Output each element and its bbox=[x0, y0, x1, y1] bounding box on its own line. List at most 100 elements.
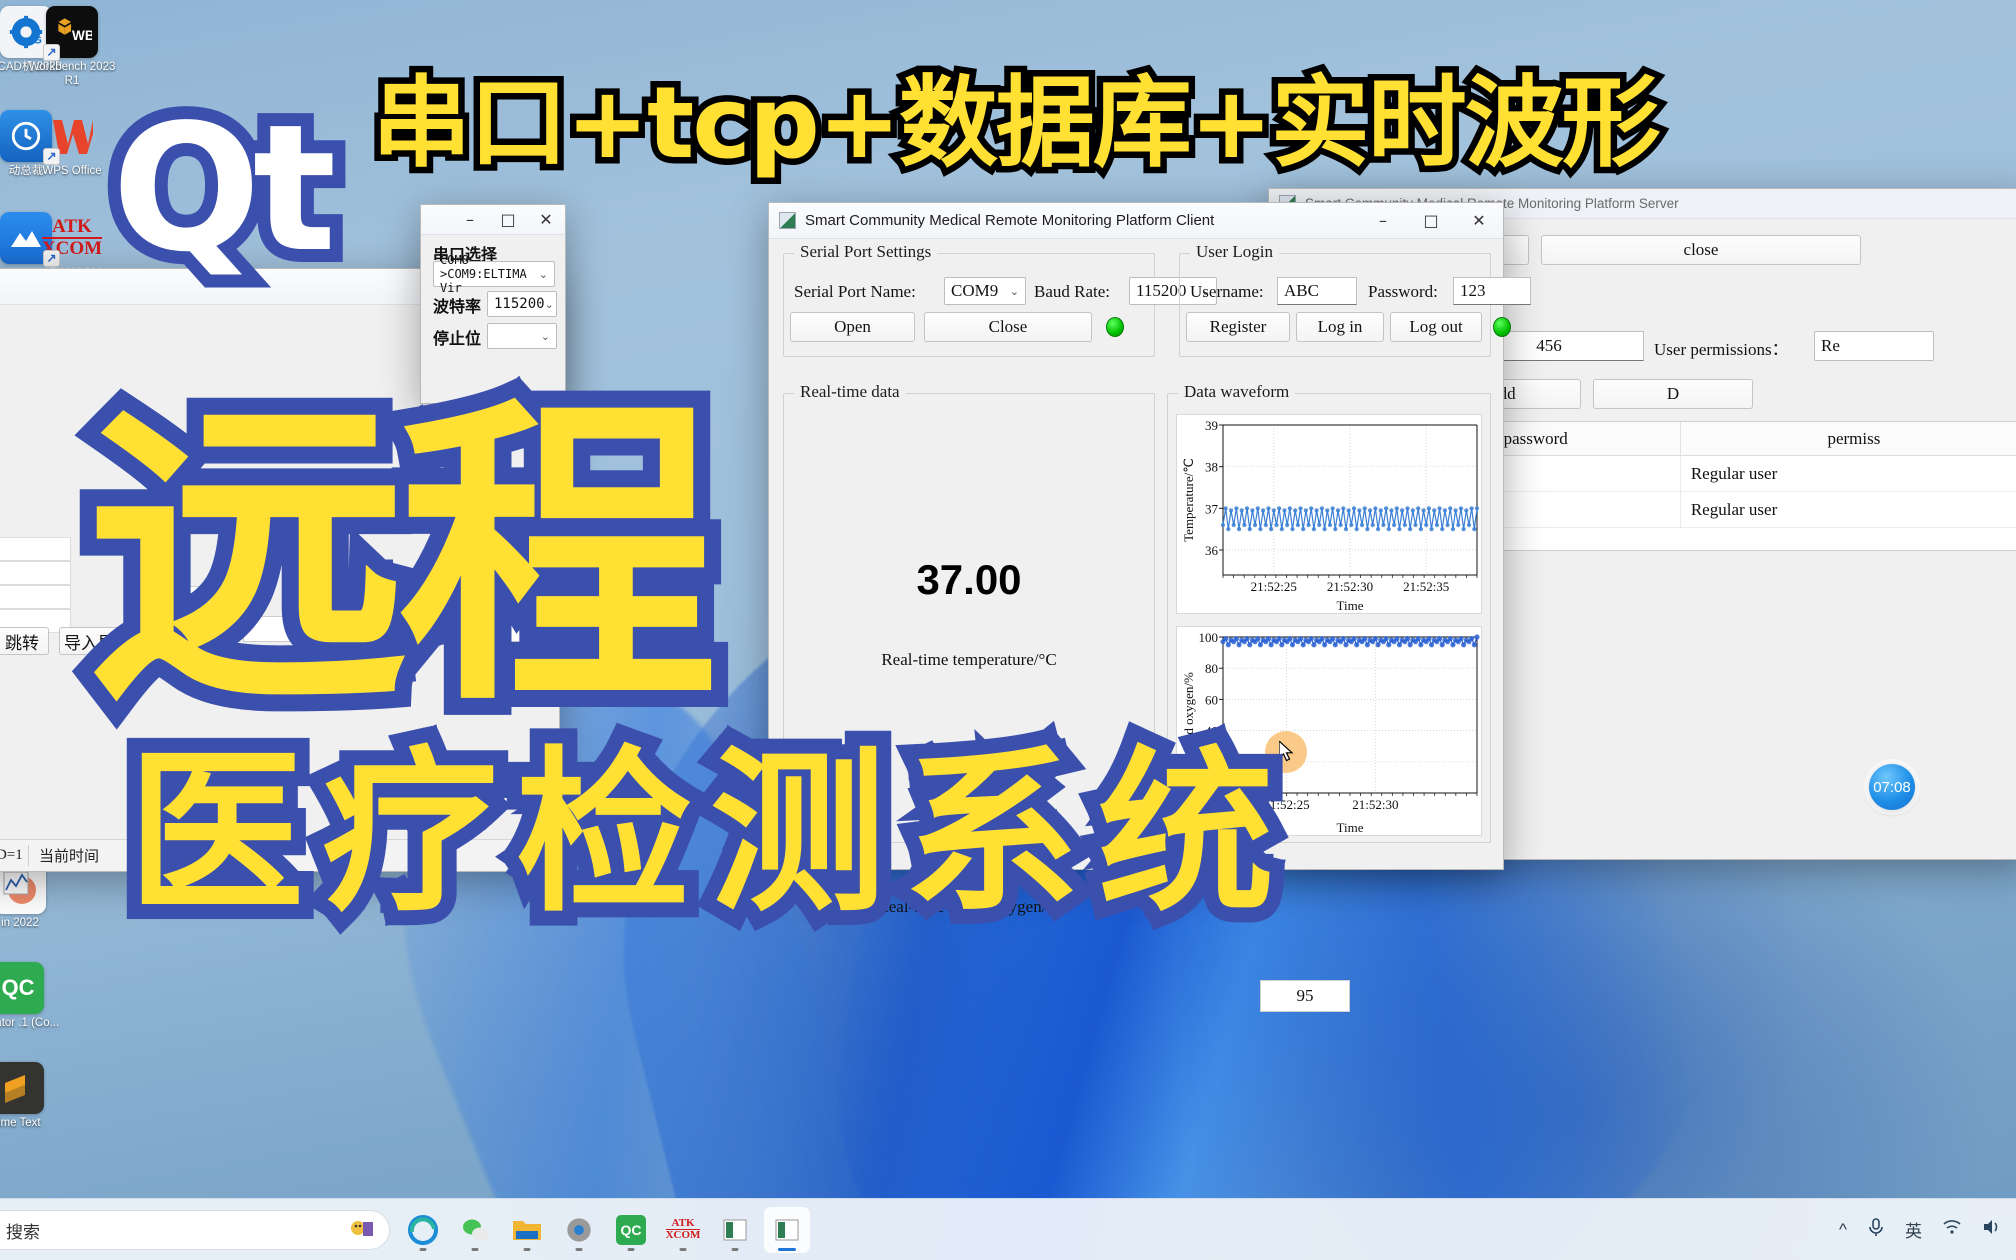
taskbar-app-buttons[interactable]: QC ATK XCOM bbox=[400, 1206, 810, 1253]
volume-icon[interactable] bbox=[1982, 1218, 2002, 1241]
table-cell-permission: Regular user bbox=[1681, 492, 2016, 527]
desktop-icon-workbench[interactable]: WB ↗ Workbench 2023 R1 bbox=[24, 6, 120, 88]
maximize-button[interactable]: □ bbox=[1407, 203, 1455, 238]
serial-tool-statusbar: www.openedv.com S:1140 R:0 CTS=0 DSR=1 D… bbox=[0, 839, 559, 871]
temperature-value: 37.00 bbox=[916, 556, 1022, 603]
serial-close-button[interactable]: Close bbox=[924, 312, 1092, 342]
svg-text:39: 39 bbox=[1205, 418, 1218, 433]
taskbar-item-explorer[interactable] bbox=[504, 1207, 550, 1253]
taskbar-item-atk-xcom[interactable]: ATK XCOM bbox=[660, 1207, 706, 1253]
taskbar-item-server-app[interactable] bbox=[712, 1207, 758, 1253]
serial-status-led bbox=[1106, 317, 1124, 337]
serial-select-window[interactable]: – □ ✕ 串口选择 COM8->COM9:ELTIMA Vir ⌄ 波特率 1… bbox=[420, 204, 566, 404]
serial-port-name-select[interactable]: COM9 ⌄ bbox=[944, 277, 1026, 305]
svg-text:21:52:30: 21:52:30 bbox=[1327, 579, 1373, 594]
server-permissions-select[interactable]: Re bbox=[1814, 331, 1934, 361]
client-titlebar[interactable]: Smart Community Medical Remote Monitorin… bbox=[769, 203, 1503, 239]
svg-text:36: 36 bbox=[1205, 543, 1219, 558]
workbench-icon: WB ↗ bbox=[43, 6, 98, 61]
running-dot bbox=[471, 1247, 479, 1251]
send-row-checkbox[interactable] bbox=[217, 618, 235, 636]
qc-icon: QC bbox=[616, 1214, 646, 1245]
close-button[interactable]: ✕ bbox=[527, 205, 565, 234]
temperature-chart: 36 37 38 39 21:52:25 21:52:30 21:52:35 Temperat… bbox=[1176, 414, 1482, 614]
taskbar[interactable]: 搜索 QC ATK XCOM ^ 英 bbox=[0, 1198, 2016, 1260]
send-row[interactable]: 6.9F bbox=[0, 561, 71, 585]
serial-port-select[interactable]: COM8->COM9:ELTIMA Vir ⌄ bbox=[433, 253, 555, 295]
atk-icon: ATK XCOM bbox=[665, 1217, 701, 1241]
baud-rate-select[interactable]: 115200 ⌄ bbox=[487, 291, 557, 317]
send-row-index-4[interactable]: 4 bbox=[173, 616, 211, 642]
pager-toolbar[interactable]: 移除此页 添加页码 首页 上一页 下一页 尾页 页码 1 跳转 导入导出条目 bbox=[0, 627, 172, 655]
send-row[interactable]: T37.0F bbox=[0, 585, 71, 609]
send-rows-list[interactable]: T36.6F 6.9F T37.0F 6.5F bbox=[0, 537, 71, 633]
svg-text:blood oxygen/%: blood oxygen/% bbox=[1181, 672, 1196, 758]
system-tray[interactable]: ^ 英 bbox=[1839, 1217, 2002, 1242]
svg-text:Time: Time bbox=[1337, 820, 1364, 835]
svg-text:37: 37 bbox=[1205, 501, 1219, 516]
desktop-icon-qt-creator[interactable]: QC Creator .1 (Co... bbox=[0, 962, 66, 1031]
app-icon bbox=[779, 212, 796, 229]
import-export-button[interactable]: 导入导出条目 bbox=[59, 627, 172, 655]
client-window-title: Smart Community Medical Remote Monitorin… bbox=[805, 212, 1215, 229]
running-dot bbox=[627, 1247, 635, 1251]
shortcut-arrow-icon: ↗ bbox=[43, 250, 60, 267]
running-dot bbox=[778, 1247, 796, 1251]
username-input[interactable]: ABC bbox=[1277, 277, 1357, 305]
ime-language-indicator[interactable]: 英 bbox=[1905, 1217, 1922, 1242]
serial-select-titlebar[interactable]: – □ ✕ bbox=[421, 205, 565, 235]
maximize-button[interactable]: □ bbox=[489, 205, 527, 234]
serial-port-settings-title: Serial Port Settings bbox=[794, 242, 938, 262]
serial-open-button[interactable]: Open bbox=[790, 312, 915, 342]
floating-time-badge[interactable]: 07:08 bbox=[1869, 764, 1915, 810]
taskbar-item-settings[interactable] bbox=[556, 1207, 602, 1253]
user-login-group: User Login Username: ABC Password: 123 R… bbox=[1179, 242, 1531, 357]
svg-text:0: 0 bbox=[1212, 786, 1219, 801]
send-row-index-3[interactable]: 3 bbox=[173, 586, 211, 612]
stop-bits-label: 停止位 bbox=[433, 331, 482, 348]
desktop-icon-label: Creator .1 (Co... bbox=[0, 1017, 60, 1029]
svg-text:60: 60 bbox=[1205, 692, 1218, 707]
desktop-icon-origin-2022[interactable]: in 2022 bbox=[0, 862, 68, 931]
stop-bits-select[interactable]: ⌄ bbox=[487, 323, 557, 349]
close-button[interactable]: ✕ bbox=[1455, 203, 1503, 238]
mic-icon[interactable] bbox=[1867, 1217, 1885, 1242]
password-input[interactable]: 123 bbox=[1453, 277, 1531, 305]
register-button[interactable]: Register bbox=[1186, 312, 1290, 342]
period-unit: ms bbox=[555, 622, 572, 637]
taskbar-item-client-app[interactable] bbox=[764, 1206, 810, 1253]
pager-jump-button[interactable]: 跳转 bbox=[0, 627, 50, 655]
server-permissions-value: Re bbox=[1821, 336, 1840, 355]
settings-icon bbox=[564, 1215, 594, 1245]
svg-text:Time: Time bbox=[1337, 598, 1364, 613]
login-button[interactable]: Log in bbox=[1296, 312, 1384, 342]
login-status-led bbox=[1493, 317, 1511, 337]
taskbar-search[interactable]: 搜索 bbox=[0, 1210, 390, 1250]
tray-chevron-up-icon[interactable]: ^ bbox=[1839, 1220, 1847, 1240]
svg-text:80: 80 bbox=[1205, 661, 1218, 676]
desktop-icon-wps-office[interactable]: ↗ WPS Office bbox=[24, 110, 120, 179]
extra-value-field[interactable]: 95 bbox=[1260, 980, 1350, 1012]
wifi-icon[interactable] bbox=[1942, 1218, 1962, 1241]
send-row[interactable]: T36.6F bbox=[0, 537, 71, 561]
taskbar-item-wechat[interactable] bbox=[452, 1207, 498, 1253]
blood-oxygen-chart: 0 20 40 60 80 100 21:52:25 21:52:30 blood oxygen… bbox=[1176, 626, 1482, 836]
period-value[interactable]: 100 bbox=[519, 621, 542, 638]
svg-text:40: 40 bbox=[1205, 724, 1218, 739]
baud-rate-label: Baud Rate: bbox=[1034, 282, 1111, 301]
desktop-icon-sublime-text[interactable]: lime Text bbox=[0, 1062, 66, 1131]
server-delete-button[interactable]: D bbox=[1593, 379, 1753, 409]
taskbar-search-label: 搜索 bbox=[6, 1222, 40, 1242]
client-window[interactable]: Smart Community Medical Remote Monitorin… bbox=[768, 202, 1531, 916]
taskbar-item-qt-creator[interactable]: QC bbox=[608, 1207, 654, 1253]
status-signals: CTS=0 DSR=1 DCD=1 bbox=[0, 847, 28, 864]
svg-text:21:52:25: 21:52:25 bbox=[1251, 579, 1297, 594]
taskbar-item-edge[interactable] bbox=[400, 1207, 446, 1253]
desktop-icon-label: WPS Office bbox=[42, 165, 102, 177]
logout-button[interactable]: Log out bbox=[1390, 312, 1482, 342]
chevron-down-icon: ⌄ bbox=[540, 329, 550, 343]
minimize-button[interactable]: – bbox=[1359, 203, 1407, 238]
spo2-value: 97.80 bbox=[916, 760, 1022, 807]
minimize-button[interactable]: – bbox=[451, 205, 489, 234]
server-close-button[interactable]: close bbox=[1541, 235, 1861, 265]
